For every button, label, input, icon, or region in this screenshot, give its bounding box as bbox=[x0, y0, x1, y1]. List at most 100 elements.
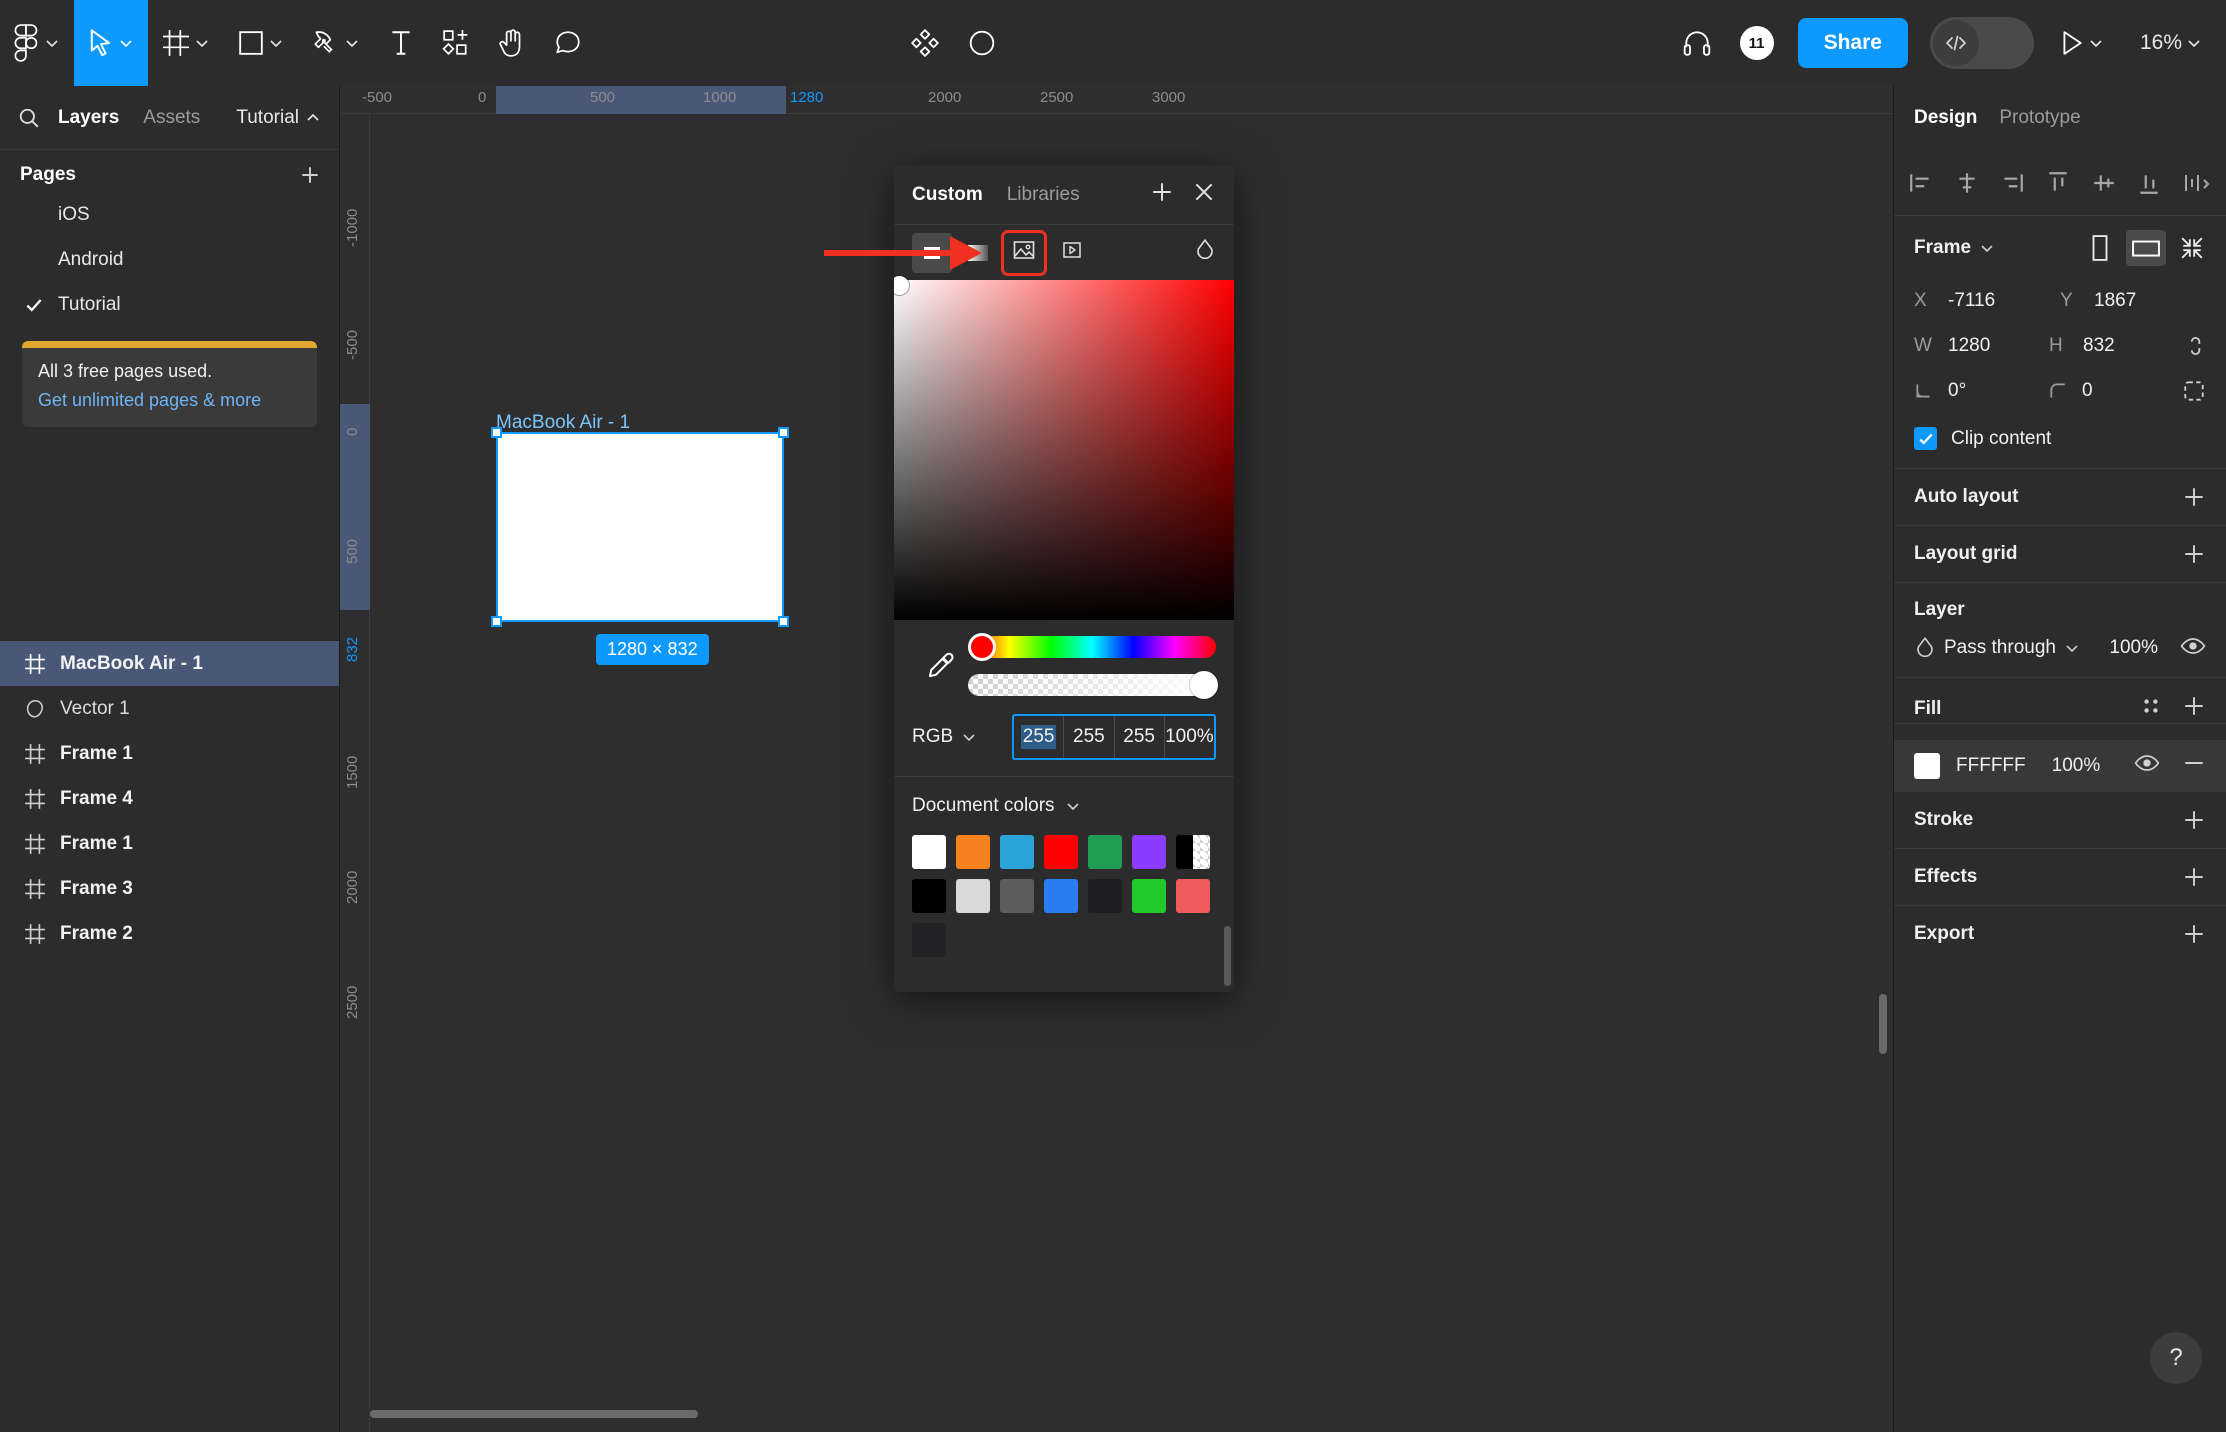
present-button[interactable] bbox=[2046, 0, 2118, 86]
layer-item-frame-4[interactable]: Frame 4 bbox=[0, 776, 339, 821]
resize-handle-tr[interactable] bbox=[778, 427, 789, 438]
actions-button[interactable] bbox=[896, 0, 954, 86]
hue-handle[interactable] bbox=[968, 633, 996, 661]
fill-opacity-value[interactable]: 100% bbox=[2052, 755, 2101, 777]
tab-prototype[interactable]: Prototype bbox=[1999, 107, 2080, 129]
fill-item-row[interactable]: FFFFFF 100% bbox=[1894, 740, 2226, 792]
upsell-link[interactable]: Get unlimited pages & more bbox=[38, 390, 301, 411]
vertical-ruler[interactable]: -1000 -500 0 500 832 1500 2000 2500 bbox=[340, 114, 370, 1432]
dev-contrast-button[interactable] bbox=[954, 0, 1010, 86]
align-vertical-center-icon[interactable] bbox=[2091, 170, 2117, 196]
color-model-dropdown[interactable]: RGB bbox=[912, 726, 1012, 748]
independent-corners-icon[interactable] bbox=[2182, 379, 2206, 403]
fill-visibility-eye-icon[interactable] bbox=[2134, 753, 2160, 778]
add-stroke-button[interactable] bbox=[2182, 808, 2206, 832]
color-swatch[interactable] bbox=[1132, 835, 1166, 869]
align-left-icon[interactable] bbox=[1908, 170, 1934, 196]
alpha-handle[interactable] bbox=[1190, 671, 1218, 699]
shape-tool-button[interactable] bbox=[224, 0, 298, 86]
resize-handle-tl[interactable] bbox=[491, 427, 502, 438]
color-swatch[interactable] bbox=[956, 879, 990, 913]
audio-call-button[interactable] bbox=[1668, 0, 1726, 86]
gradient-fill-button[interactable] bbox=[958, 233, 998, 273]
figma-menu-button[interactable] bbox=[0, 0, 74, 86]
x-property[interactable]: X -7116 bbox=[1914, 290, 2060, 312]
picker-scrollbar[interactable] bbox=[1224, 926, 1231, 986]
saturation-value-area[interactable] bbox=[894, 276, 1234, 620]
color-swatch[interactable] bbox=[1132, 879, 1166, 913]
dev-mode-toggle[interactable] bbox=[1929, 17, 2034, 69]
align-right-icon[interactable] bbox=[1999, 170, 2025, 196]
alpha-input[interactable]: 100% bbox=[1164, 716, 1214, 758]
red-input[interactable]: 255 bbox=[1014, 716, 1065, 758]
layer-item-frame-2[interactable]: Frame 2 bbox=[0, 911, 339, 956]
page-item-android[interactable]: Android bbox=[0, 237, 339, 282]
document-colors-header[interactable]: Document colors bbox=[912, 795, 1216, 817]
resize-to-fit-icon[interactable] bbox=[2172, 230, 2212, 266]
color-swatch[interactable] bbox=[1000, 835, 1034, 869]
search-icon[interactable] bbox=[18, 107, 40, 129]
color-swatch[interactable] bbox=[912, 923, 946, 957]
landscape-icon[interactable] bbox=[2126, 230, 2166, 266]
add-style-button[interactable] bbox=[1150, 180, 1174, 209]
color-swatch[interactable] bbox=[1000, 879, 1034, 913]
frame-tool-button[interactable] bbox=[148, 0, 224, 86]
add-layout-grid-button[interactable] bbox=[2182, 542, 2206, 566]
add-export-button[interactable] bbox=[2182, 922, 2206, 946]
color-swatch[interactable] bbox=[1176, 879, 1210, 913]
add-page-button[interactable] bbox=[299, 164, 321, 186]
fill-color-swatch[interactable] bbox=[1914, 752, 1940, 779]
clip-content-row[interactable]: Clip content bbox=[1894, 419, 2226, 468]
hand-tool-button[interactable] bbox=[484, 0, 540, 86]
layer-opacity-value[interactable]: 100% bbox=[2109, 637, 2158, 659]
tab-libraries[interactable]: Libraries bbox=[1007, 184, 1080, 206]
help-button[interactable]: ? bbox=[2150, 1332, 2202, 1384]
color-swatch[interactable] bbox=[1044, 835, 1078, 869]
solid-fill-button[interactable] bbox=[912, 232, 952, 273]
eyedropper-button[interactable] bbox=[912, 651, 968, 681]
blue-input[interactable]: 255 bbox=[1114, 716, 1165, 758]
portrait-icon[interactable] bbox=[2080, 230, 2120, 266]
layer-item-vector-1[interactable]: Vector 1 bbox=[0, 686, 339, 731]
blend-mode-button[interactable] bbox=[1194, 238, 1216, 267]
file-name-menu[interactable]: Tutorial bbox=[236, 107, 321, 129]
page-item-ios[interactable]: iOS bbox=[0, 192, 339, 237]
distribute-icon[interactable] bbox=[2182, 170, 2212, 196]
add-effect-button[interactable] bbox=[2182, 865, 2206, 889]
tab-assets[interactable]: Assets bbox=[143, 107, 200, 129]
color-swatch[interactable] bbox=[1088, 835, 1122, 869]
comment-tool-button[interactable] bbox=[540, 0, 596, 86]
color-swatch[interactable] bbox=[912, 879, 946, 913]
hue-slider[interactable] bbox=[968, 633, 1216, 661]
layer-visibility-eye-icon[interactable] bbox=[2180, 636, 2206, 661]
frame-section-title[interactable]: Frame bbox=[1914, 237, 1995, 259]
corner-radius-property[interactable]: 0 bbox=[2048, 380, 2182, 402]
zoom-menu-button[interactable]: 16% bbox=[2118, 0, 2226, 86]
color-swatch[interactable] bbox=[912, 835, 946, 869]
color-picker-popover[interactable]: Custom Libraries RGB 255 255 255 100% Do… bbox=[894, 165, 1234, 992]
move-tool-button[interactable] bbox=[74, 0, 148, 86]
resize-handle-bl[interactable] bbox=[491, 616, 502, 627]
align-horizontal-center-icon[interactable] bbox=[1954, 170, 1980, 196]
layer-item-frame-1-b[interactable]: Frame 1 bbox=[0, 821, 339, 866]
artboard-macbook-air-1[interactable] bbox=[491, 427, 789, 627]
add-auto-layout-button[interactable] bbox=[2182, 485, 2206, 509]
resources-tool-button[interactable] bbox=[428, 0, 484, 86]
color-swatch[interactable] bbox=[1044, 879, 1078, 913]
width-property[interactable]: W 1280 bbox=[1914, 335, 2049, 357]
horizontal-scrollbar[interactable] bbox=[370, 1410, 698, 1418]
video-fill-button[interactable] bbox=[1052, 233, 1092, 273]
frame-name-label[interactable]: MacBook Air - 1 bbox=[496, 412, 630, 434]
color-swatch-transparent[interactable] bbox=[1176, 835, 1210, 869]
blend-mode-dropdown[interactable]: Pass through bbox=[1944, 637, 2080, 659]
tab-design[interactable]: Design bbox=[1914, 107, 1977, 129]
remove-fill-button[interactable] bbox=[2182, 751, 2206, 780]
tab-layers[interactable]: Layers bbox=[58, 107, 119, 129]
tab-custom[interactable]: Custom bbox=[912, 184, 983, 206]
color-swatch[interactable] bbox=[1088, 879, 1122, 913]
share-button[interactable]: Share bbox=[1797, 18, 1908, 68]
fill-hex-value[interactable]: FFFFFF bbox=[1956, 755, 2026, 777]
layer-item-macbook-air-1[interactable]: MacBook Air - 1 bbox=[0, 641, 339, 686]
link-ratio-icon[interactable] bbox=[2184, 333, 2206, 359]
image-fill-button[interactable] bbox=[1001, 229, 1047, 276]
